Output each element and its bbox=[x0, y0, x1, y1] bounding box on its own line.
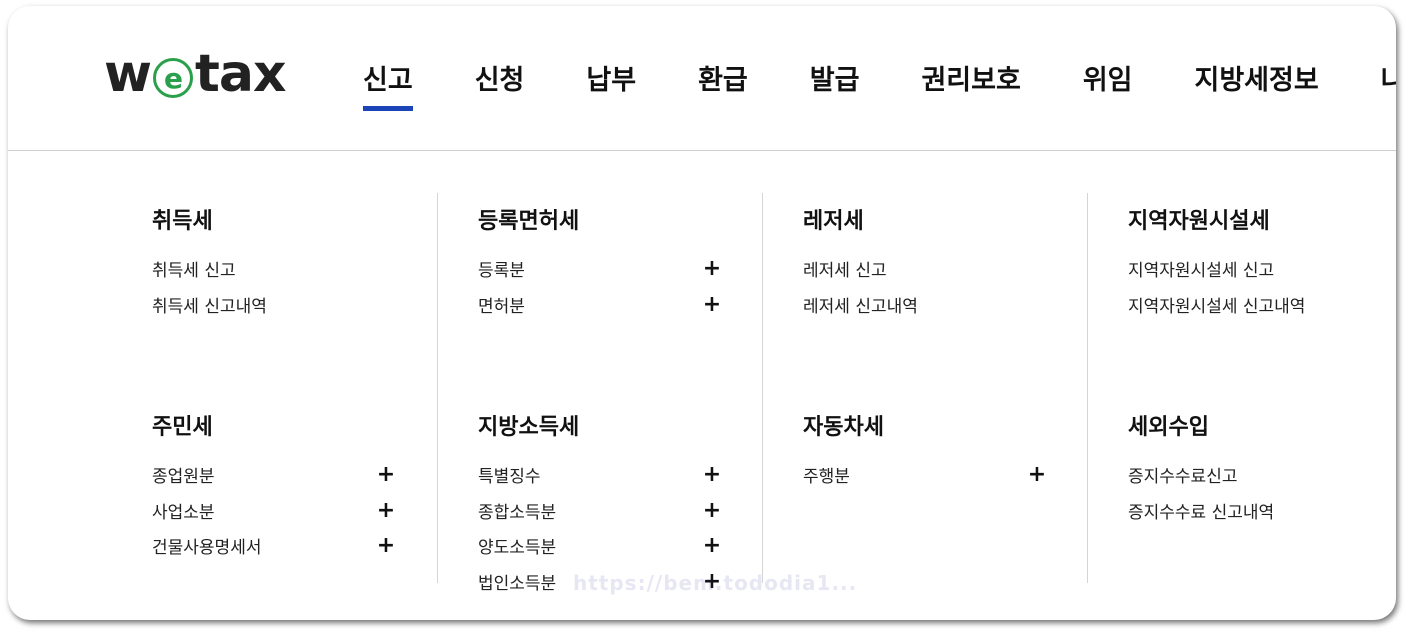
menu-column: 취득세 취득세 신고 취득세 신고내역 주민세 종업원분 + 사업소분 + 건물사용… bbox=[112, 193, 437, 583]
menu-item-label: 취득세 신고내역 bbox=[152, 296, 267, 317]
plus-icon[interactable]: + bbox=[375, 533, 397, 558]
menu-group: 취득세 취득세 신고 취득세 신고내역 bbox=[152, 203, 397, 322]
nav-item-issue[interactable]: 발급 bbox=[810, 58, 860, 111]
mega-menu: 취득세 취득세 신고 취득세 신고내역 주민세 종업원분 + 사업소분 + 건물사용… bbox=[8, 151, 1396, 620]
menu-item-label: 증지수수료신고 bbox=[1128, 467, 1238, 488]
menu-item[interactable]: 법인소득분 + bbox=[478, 564, 723, 600]
logo-e-circle: e bbox=[153, 58, 194, 98]
menu-item-label: 종합소득분 bbox=[478, 502, 557, 523]
menu-item-label: 레저세 신고 bbox=[803, 261, 887, 282]
group-title[interactable]: 지역자원시설세 bbox=[1128, 203, 1373, 235]
menu-item[interactable]: 증지수수료신고 bbox=[1128, 457, 1373, 493]
group-title[interactable]: 등록면허세 bbox=[478, 203, 723, 235]
menu-item-label: 취득세 신고 bbox=[152, 261, 236, 282]
logo-w: w bbox=[104, 44, 152, 104]
page-frame: w e tax 신고 신청 납부 환급 발급 권리보호 위임 지방세정보 나 취… bbox=[8, 6, 1396, 620]
menu-item-label: 특별징수 bbox=[478, 467, 541, 488]
menu-item-label: 레저세 신고내역 bbox=[803, 296, 918, 317]
nav-item-report[interactable]: 신고 bbox=[363, 58, 413, 111]
menu-item-label: 면허분 bbox=[478, 296, 525, 317]
menu-group: 지방소득세 특별징수 + 종합소득분 + 양도소득분 + 법인소득분 + bbox=[478, 409, 723, 599]
menu-item-label: 주행분 bbox=[803, 467, 850, 488]
group-title[interactable]: 취득세 bbox=[152, 203, 397, 235]
menu-item-label: 건물사용명세서 bbox=[152, 538, 262, 559]
plus-icon[interactable]: + bbox=[701, 462, 723, 487]
menu-item-label: 법인소득분 bbox=[478, 573, 557, 594]
menu-group: 자동차세 주행분 + bbox=[803, 409, 1048, 493]
menu-group: 주민세 종업원분 + 사업소분 + 건물사용명세서 + bbox=[152, 409, 397, 564]
menu-item-label: 지역자원시설세 신고내역 bbox=[1128, 296, 1306, 317]
menu-item[interactable]: 취득세 신고내역 bbox=[152, 287, 397, 323]
menu-item[interactable]: 양도소득분 + bbox=[478, 528, 723, 564]
menu-item-label: 등록분 bbox=[478, 261, 525, 282]
menu-item[interactable]: 레저세 신고내역 bbox=[803, 287, 1048, 323]
menu-item[interactable]: 레저세 신고 bbox=[803, 251, 1048, 287]
group-title[interactable]: 세외수입 bbox=[1128, 409, 1373, 441]
logo-tail: tax bbox=[195, 44, 286, 104]
nav-item-apply[interactable]: 신청 bbox=[475, 58, 525, 111]
menu-item[interactable]: 면허분 + bbox=[478, 287, 723, 323]
menu-item[interactable]: 종합소득분 + bbox=[478, 493, 723, 529]
plus-icon[interactable]: + bbox=[701, 256, 723, 281]
menu-item[interactable]: 지역자원시설세 신고내역 bbox=[1128, 287, 1373, 323]
menu-item[interactable]: 증지수수료 신고내역 bbox=[1128, 493, 1373, 529]
menu-item[interactable]: 주행분 + bbox=[803, 457, 1048, 493]
menu-item[interactable]: 지역자원시설세 신고 bbox=[1128, 251, 1373, 287]
nav-item-rights[interactable]: 권리보호 bbox=[921, 58, 1020, 111]
menu-item[interactable]: 사업소분 + bbox=[152, 493, 397, 529]
group-title[interactable]: 레저세 bbox=[803, 203, 1048, 235]
nav-item-pay[interactable]: 납부 bbox=[586, 58, 636, 111]
group-title[interactable]: 지방소득세 bbox=[478, 409, 723, 441]
menu-item[interactable]: 건물사용명세서 + bbox=[152, 528, 397, 564]
menu-item-label: 양도소득분 bbox=[478, 538, 557, 559]
nav-item-refund[interactable]: 환급 bbox=[698, 58, 748, 111]
menu-item-label: 증지수수료 신고내역 bbox=[1128, 502, 1275, 523]
plus-icon[interactable]: + bbox=[701, 569, 723, 594]
menu-column: 지역자원시설세 지역자원시설세 신고 지역자원시설세 신고내역 세외수입 증지수… bbox=[1087, 193, 1396, 583]
menu-item[interactable]: 등록분 + bbox=[478, 251, 723, 287]
menu-item[interactable]: 취득세 신고 bbox=[152, 251, 397, 287]
nav-item-local-tax-info[interactable]: 지방세정보 bbox=[1195, 58, 1319, 111]
group-title[interactable]: 자동차세 bbox=[803, 409, 1048, 441]
menu-group: 등록면허세 등록분 + 면허분 + bbox=[478, 203, 723, 322]
nav-item-delegate[interactable]: 위임 bbox=[1083, 58, 1133, 111]
menu-item-label: 지역자원시설세 신고 bbox=[1128, 261, 1275, 282]
menu-column: 레저세 레저세 신고 레저세 신고내역 자동차세 주행분 + bbox=[762, 193, 1088, 583]
plus-icon[interactable]: + bbox=[375, 498, 397, 523]
menu-item[interactable]: 종업원분 + bbox=[152, 457, 397, 493]
plus-icon[interactable]: + bbox=[701, 533, 723, 558]
main-nav: 신고 신청 납부 환급 발급 권리보호 위임 지방세정보 나 bbox=[363, 58, 1396, 111]
menu-group: 세외수입 증지수수료신고 증지수수료 신고내역 bbox=[1128, 409, 1373, 528]
plus-icon[interactable]: + bbox=[701, 292, 723, 317]
group-title[interactable]: 주민세 bbox=[152, 409, 397, 441]
menu-item[interactable]: 특별징수 + bbox=[478, 457, 723, 493]
menu-item-label: 사업소분 bbox=[152, 502, 215, 523]
menu-group: 지역자원시설세 지역자원시설세 신고 지역자원시설세 신고내역 bbox=[1128, 203, 1373, 322]
menu-item-label: 종업원분 bbox=[152, 467, 215, 488]
plus-icon[interactable]: + bbox=[375, 462, 397, 487]
site-header: w e tax 신고 신청 납부 환급 발급 권리보호 위임 지방세정보 나 bbox=[8, 6, 1396, 151]
wetax-logo[interactable]: w e tax bbox=[104, 44, 287, 104]
plus-icon[interactable]: + bbox=[1026, 462, 1048, 487]
menu-column: 등록면허세 등록분 + 면허분 + 지방소득세 특별징수 + 종합소득분 + 양도소득분… bbox=[437, 193, 763, 594]
plus-icon[interactable]: + bbox=[701, 498, 723, 523]
nav-item-my[interactable]: 나 bbox=[1381, 58, 1396, 111]
menu-group: 레저세 레저세 신고 레저세 신고내역 bbox=[803, 203, 1048, 322]
